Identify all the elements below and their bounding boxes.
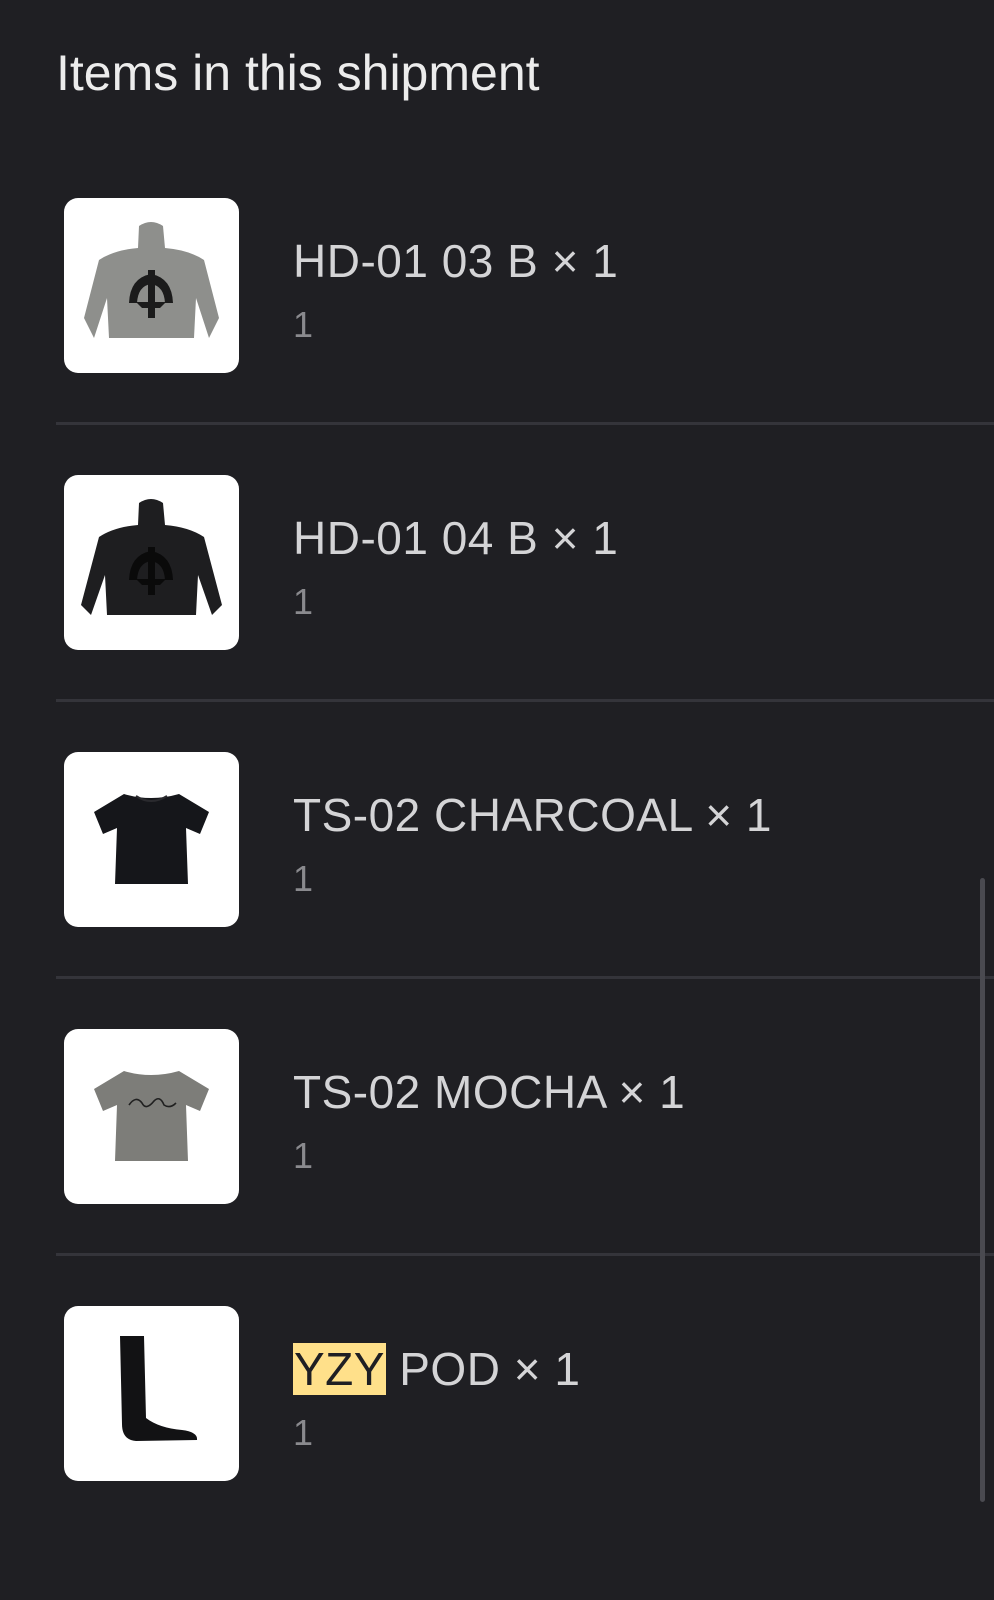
item-quantity: 1 — [293, 1135, 314, 1176]
shipment-item[interactable]: HD-01 03 B × 1 1 — [0, 198, 994, 475]
divider — [56, 422, 994, 425]
item-name-rest: POD × 1 — [385, 1343, 581, 1395]
product-thumbnail[interactable] — [64, 475, 239, 650]
shipment-item[interactable]: HD-01 04 B × 1 1 — [0, 475, 994, 752]
shipment-item[interactable]: YZY POD × 1 1 — [0, 1306, 994, 1583]
black-tshirt-image — [94, 794, 209, 884]
scrollbar[interactable] — [980, 878, 985, 1502]
divider — [56, 976, 994, 979]
item-quantity: 1 — [293, 581, 314, 622]
black-hoodie-image — [81, 499, 222, 615]
product-thumbnail[interactable] — [64, 1029, 239, 1204]
mocha-tshirt-image — [94, 1071, 209, 1161]
item-quantity: 1 — [293, 858, 314, 899]
product-thumbnail[interactable] — [64, 1306, 239, 1481]
search-highlight: YZY — [293, 1343, 386, 1395]
grey-hoodie-image — [84, 222, 219, 338]
page-title: Items in this shipment — [56, 45, 540, 101]
item-name: HD-01 03 B × 1 — [293, 235, 619, 287]
product-thumbnail[interactable] — [64, 752, 239, 927]
black-sock-image — [120, 1336, 198, 1441]
shipment-item[interactable]: TS-02 MOCHA × 1 1 — [0, 1029, 994, 1306]
divider — [56, 1253, 994, 1256]
shipment-item[interactable]: TS-02 CHARCOAL × 1 1 — [0, 752, 994, 1029]
item-name: YZY POD × 1 — [293, 1342, 580, 1396]
item-quantity: 1 — [293, 1412, 314, 1453]
divider — [56, 699, 994, 702]
item-name: HD-01 04 B × 1 — [293, 512, 619, 564]
item-name: TS-02 CHARCOAL × 1 — [293, 789, 772, 841]
product-thumbnail[interactable] — [64, 198, 239, 373]
item-quantity: 1 — [293, 304, 314, 345]
item-name: TS-02 MOCHA × 1 — [293, 1066, 686, 1118]
